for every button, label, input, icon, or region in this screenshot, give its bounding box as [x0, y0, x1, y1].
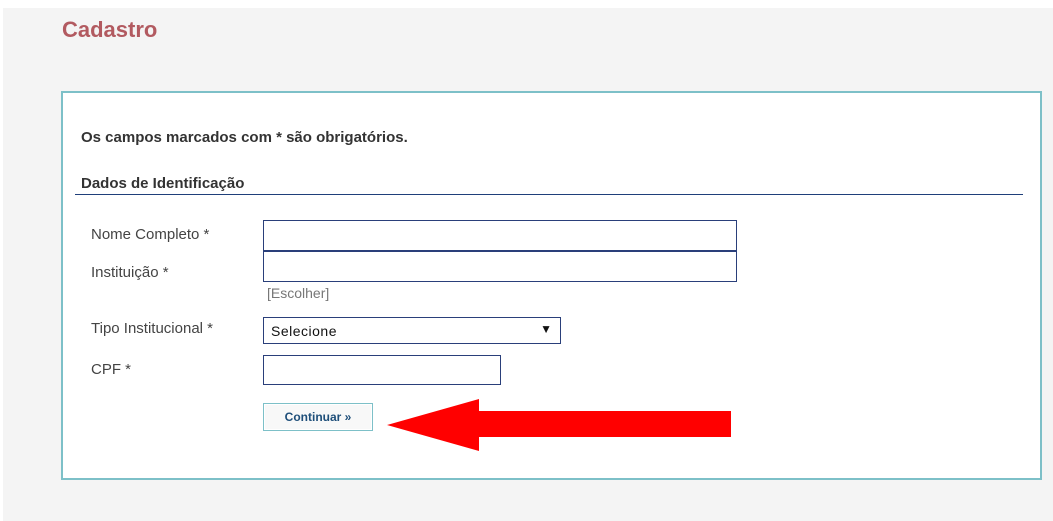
- choose-institution-link[interactable]: [Escolher]: [267, 285, 329, 301]
- institution-type-label: Tipo Institucional *: [91, 320, 214, 337]
- select-value: Selecione: [271, 323, 337, 339]
- arrow-shape: [387, 399, 731, 451]
- institution-type-select[interactable]: Selecione ▼: [263, 317, 561, 344]
- section-divider: [75, 194, 1023, 195]
- institution-label: Instituição *: [91, 264, 169, 281]
- full-name-input[interactable]: [263, 220, 737, 251]
- red-arrow-annotation-icon: [387, 399, 731, 451]
- section-title: Dados de Identificação: [81, 175, 245, 192]
- name-label: Nome Completo *: [91, 226, 210, 243]
- page-area: Cadastro Os campos marcados com * são ob…: [3, 0, 1053, 521]
- page-title: Cadastro: [62, 17, 158, 42]
- dropdown-arrow-icon: ▼: [540, 322, 552, 336]
- required-fields-notice: Os campos marcados com * são obrigatório…: [81, 129, 408, 146]
- institution-input[interactable]: [263, 251, 737, 282]
- continue-button[interactable]: Continuar »: [263, 403, 373, 431]
- cpf-input[interactable]: [263, 355, 501, 385]
- cpf-label: CPF *: [91, 361, 132, 378]
- top-cropped-text: [3, 0, 1053, 8]
